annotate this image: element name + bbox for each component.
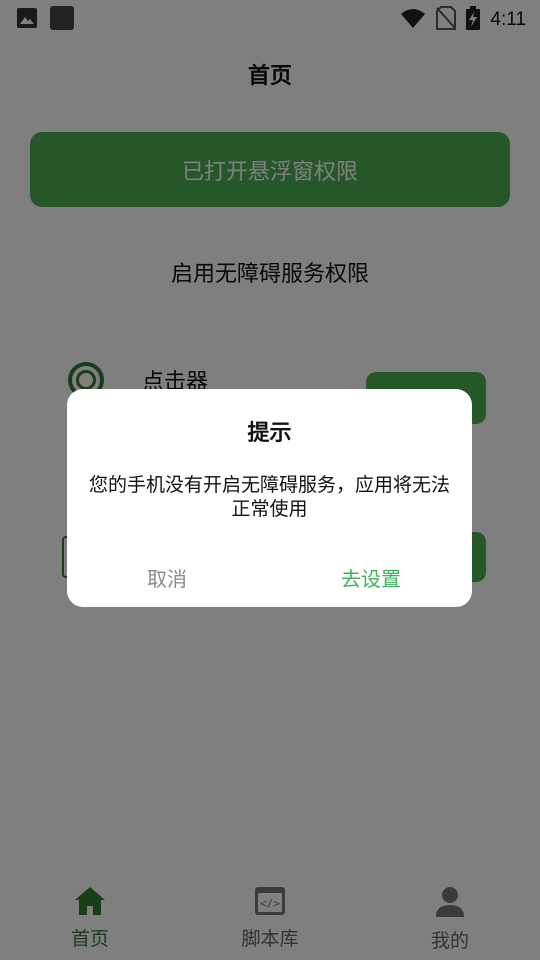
cancel-button[interactable]: 取消 <box>117 563 217 592</box>
app-screen: 4:11 首页 已打开悬浮窗权限 启用无障碍服务权限 点击器 首页 </> <box>0 0 540 960</box>
dialog-title: 提示 <box>247 421 292 446</box>
alert-dialog: 提示 您的手机没有开启无障碍服务，应用将无法正常使用 取消 去设置 <box>67 389 472 607</box>
go-to-settings-button[interactable]: 去设置 <box>321 563 421 592</box>
dialog-message: 您的手机没有开启无障碍服务，应用将无法正常使用 <box>89 474 451 520</box>
